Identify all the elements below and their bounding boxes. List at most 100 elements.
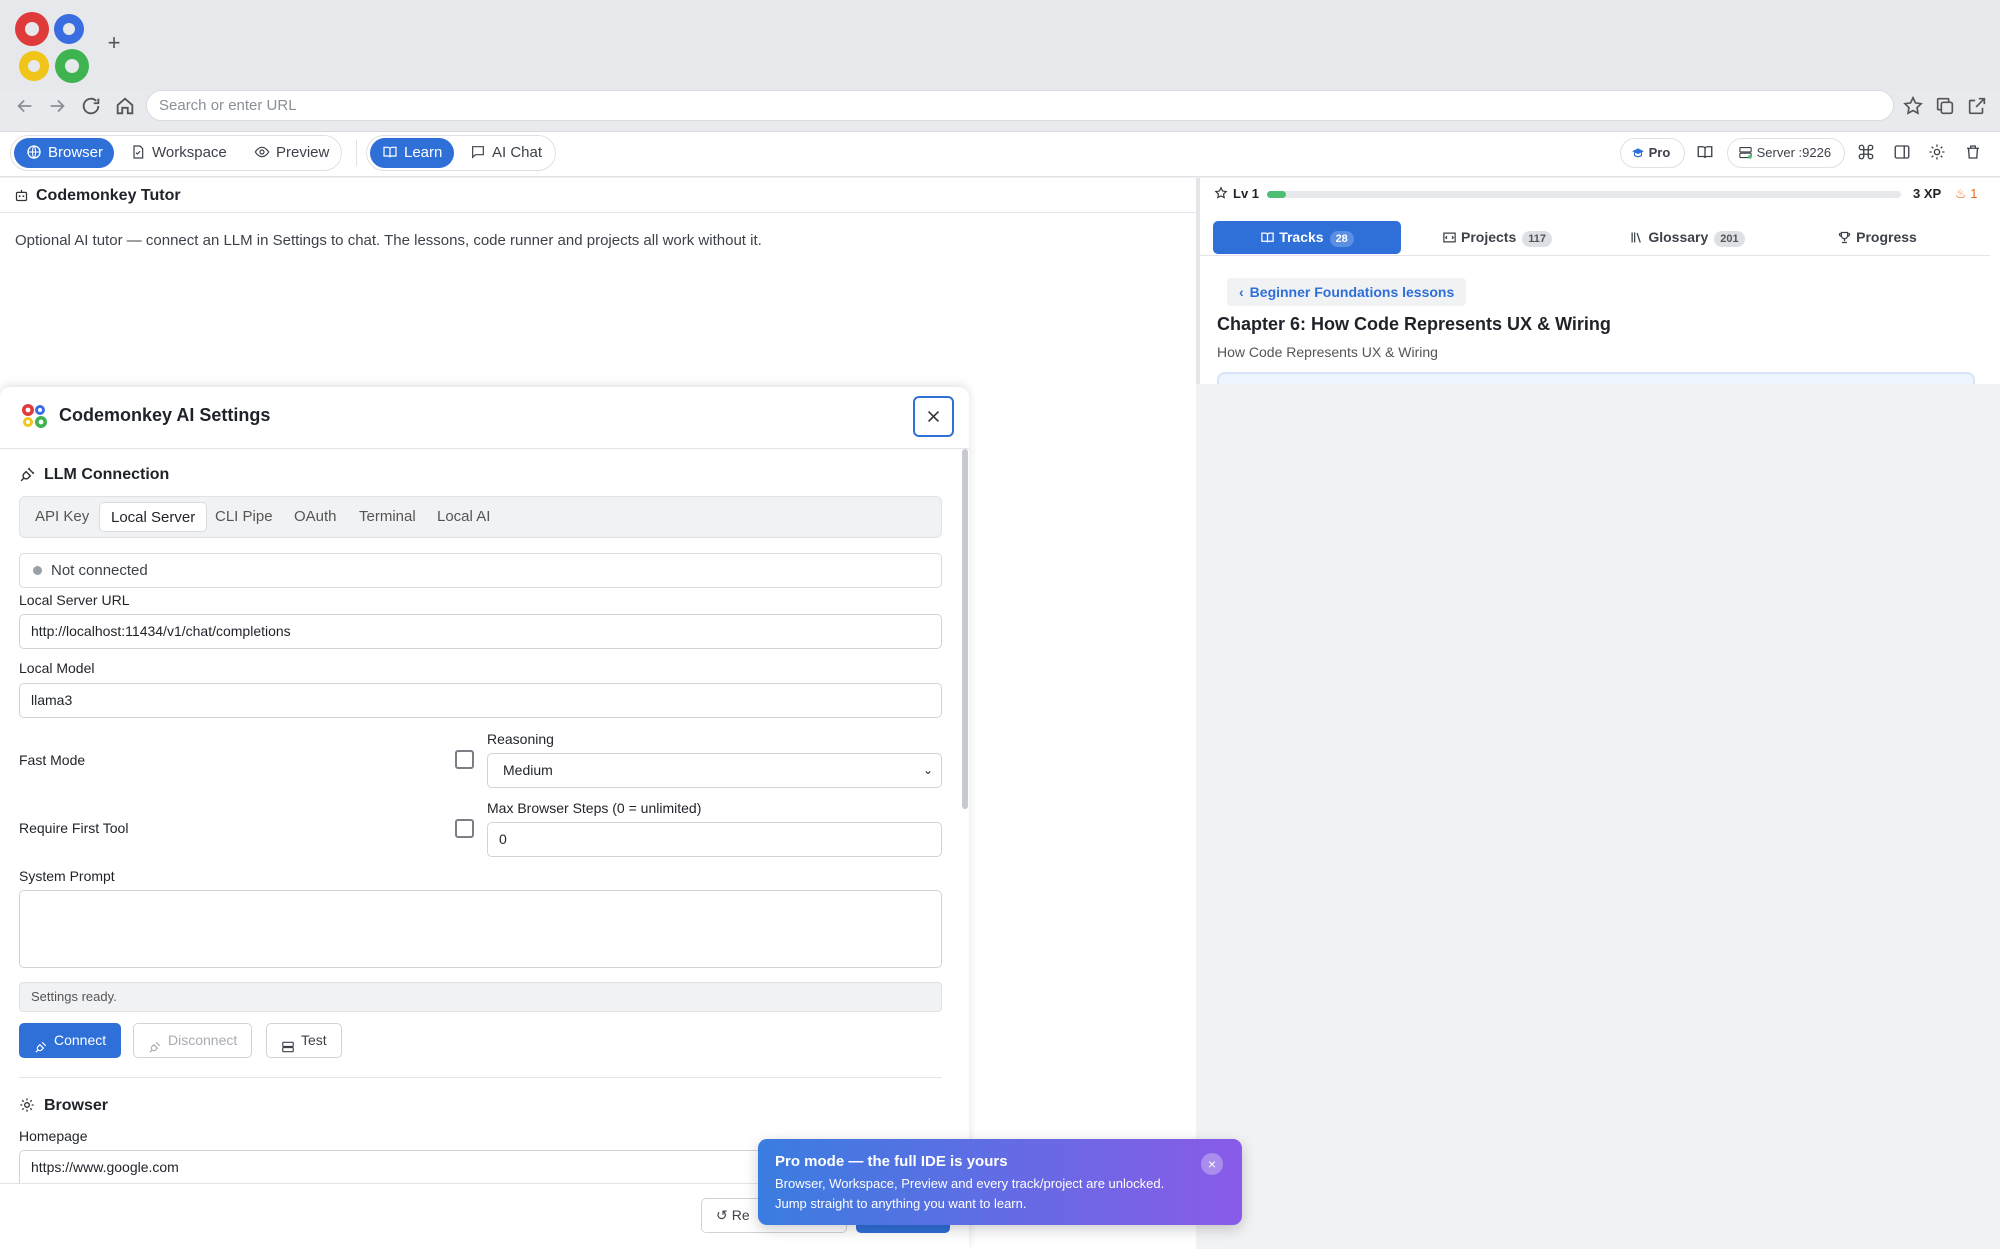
conn-tab-api-key[interactable]: API Key	[24, 502, 100, 532]
trash-icon[interactable]	[1964, 143, 1982, 161]
conn-tab-local-server[interactable]: Local Server	[99, 502, 208, 532]
tutor-header: Codemonkey Tutor	[0, 178, 1196, 213]
gear-icon	[19, 1097, 35, 1113]
streak-count: ♨ 1	[1955, 186, 1978, 202]
test-label: Test	[301, 1032, 327, 1048]
chapter-title: Chapter 6: How Code Represents UX & Wiri…	[1217, 314, 1611, 334]
tutor-intro: Optional AI tutor — connect an LLM in Se…	[15, 232, 762, 249]
mode-browser[interactable]: Browser	[14, 138, 114, 168]
reasoning-value: Medium	[503, 762, 553, 778]
conn-tab-local-ai[interactable]: Local AI	[426, 502, 501, 532]
conn-tab-cli-pipe[interactable]: CLI Pipe	[204, 502, 284, 532]
learn-button[interactable]: Learn	[370, 138, 454, 168]
max-steps-label: Max Browser Steps (0 = unlimited)	[487, 800, 702, 816]
toast-close-button[interactable]: ×	[1201, 1153, 1223, 1175]
home-icon[interactable]	[114, 95, 136, 117]
book-icon[interactable]	[1696, 143, 1714, 161]
tab-glossary-count: 201	[1714, 231, 1745, 247]
require-first-tool-checkbox[interactable]	[455, 819, 474, 838]
tab-projects[interactable]: Projects 117	[1403, 221, 1591, 254]
tab-progress-label: Progress	[1856, 229, 1917, 245]
chapter-subtitle: How Code Represents UX & Wiring	[1217, 344, 1438, 360]
server-url-input[interactable]: http://localhost:11434/v1/chat/completio…	[19, 614, 942, 649]
system-prompt-label: System Prompt	[19, 868, 115, 884]
settings-title: Codemonkey AI Settings	[59, 405, 271, 425]
tab-tracks[interactable]: Tracks 28	[1213, 221, 1401, 254]
tab-glossary[interactable]: Glossary 201	[1593, 221, 1781, 254]
reload-icon[interactable]	[80, 95, 102, 117]
mode-browser-label: Browser	[48, 144, 104, 161]
workspace-icon	[130, 144, 146, 160]
system-prompt-textarea[interactable]	[19, 890, 942, 968]
star-icon[interactable]	[1902, 95, 1924, 117]
title-bar	[0, 0, 2000, 90]
plug-icon	[34, 1033, 48, 1053]
toolbar-separator	[356, 140, 357, 166]
conn-tab-terminal[interactable]: Terminal	[348, 502, 427, 532]
level-label: Lv 1	[1233, 186, 1260, 201]
graduation-icon	[1631, 146, 1645, 160]
ai-chat-button[interactable]: AI Chat	[458, 138, 554, 168]
toast-title: Pro mode — the full IDE is yours	[775, 1153, 1008, 1170]
mode-preview-label: Preview	[276, 144, 330, 161]
tab-tracks-label: Tracks	[1279, 229, 1324, 245]
tab-projects-count: 117	[1522, 231, 1552, 247]
llm-connection-heading: LLM Connection	[44, 466, 170, 483]
sidebar-icon[interactable]	[1893, 143, 1911, 161]
back-label: Beginner Foundations lessons	[1249, 284, 1455, 300]
reasoning-select[interactable]: Medium ⌄	[487, 753, 942, 788]
mode-workspace-label: Workspace	[152, 144, 227, 161]
model-input[interactable]: llama3	[19, 683, 942, 718]
reasoning-label: Reasoning	[487, 731, 554, 747]
connect-label: Connect	[54, 1032, 107, 1048]
status-dot	[33, 566, 42, 575]
disconnect-button[interactable]: Disconnect	[133, 1023, 253, 1058]
xp-progress-fill	[1267, 191, 1287, 198]
max-steps-input[interactable]: 0	[487, 822, 942, 857]
server-status[interactable]: Server :9226	[1727, 138, 1845, 168]
conn-tab-oauth[interactable]: OAuth	[283, 502, 348, 532]
section-divider	[19, 1077, 942, 1078]
trophy-icon	[1837, 230, 1852, 245]
star-icon	[1214, 186, 1228, 200]
command-icon[interactable]	[1857, 143, 1875, 161]
chevron-down-icon: ⌄	[922, 763, 933, 777]
projects-icon	[1442, 230, 1457, 245]
test-button[interactable]: Test	[266, 1023, 342, 1058]
back-arrow-icon[interactable]	[14, 95, 36, 117]
connection-status: Not connected	[19, 553, 942, 588]
server-label: Server :9226	[1756, 145, 1832, 160]
close-icon: ×	[1207, 1156, 1217, 1172]
tab-glossary-label: Glossary	[1648, 229, 1709, 245]
url-input[interactable]: Search or enter URL	[146, 90, 1894, 121]
forward-arrow-icon[interactable]	[46, 95, 68, 117]
mode-preview[interactable]: Preview	[242, 138, 341, 168]
close-settings-button[interactable]	[913, 396, 954, 437]
gear-icon[interactable]	[1928, 143, 1946, 161]
plug-icon	[19, 466, 36, 483]
tab-progress[interactable]: Progress	[1783, 221, 1971, 254]
pro-badge[interactable]: Pro	[1620, 138, 1685, 168]
disconnect-label: Disconnect	[168, 1032, 238, 1048]
fast-mode-checkbox[interactable]	[455, 750, 474, 769]
new-tab-button[interactable]: +	[104, 32, 124, 54]
connect-button[interactable]: Connect	[19, 1023, 122, 1058]
server-icon	[281, 1033, 295, 1053]
tutor-title: Codemonkey Tutor	[36, 187, 181, 204]
xp-progress-bar	[1267, 191, 1901, 198]
back-to-lessons-button[interactable]: ‹ Beginner Foundations lessons	[1227, 278, 1467, 306]
browser-heading: Browser	[44, 1097, 109, 1114]
unplug-icon	[148, 1033, 162, 1053]
external-link-icon[interactable]	[1966, 95, 1988, 117]
chapter-card	[1217, 372, 1975, 384]
tab-tracks-count: 28	[1329, 231, 1354, 247]
eye-icon	[254, 144, 270, 160]
chat-icon	[470, 144, 486, 160]
fast-mode-label: Fast Mode	[19, 752, 86, 768]
streak-value: 1	[1970, 186, 1978, 201]
copy-icon[interactable]	[1934, 95, 1956, 117]
model-label: Local Model	[19, 660, 95, 676]
gears-logo-icon	[20, 402, 48, 430]
mode-workspace[interactable]: Workspace	[118, 138, 239, 168]
settings-scrollbar[interactable]	[962, 449, 968, 809]
